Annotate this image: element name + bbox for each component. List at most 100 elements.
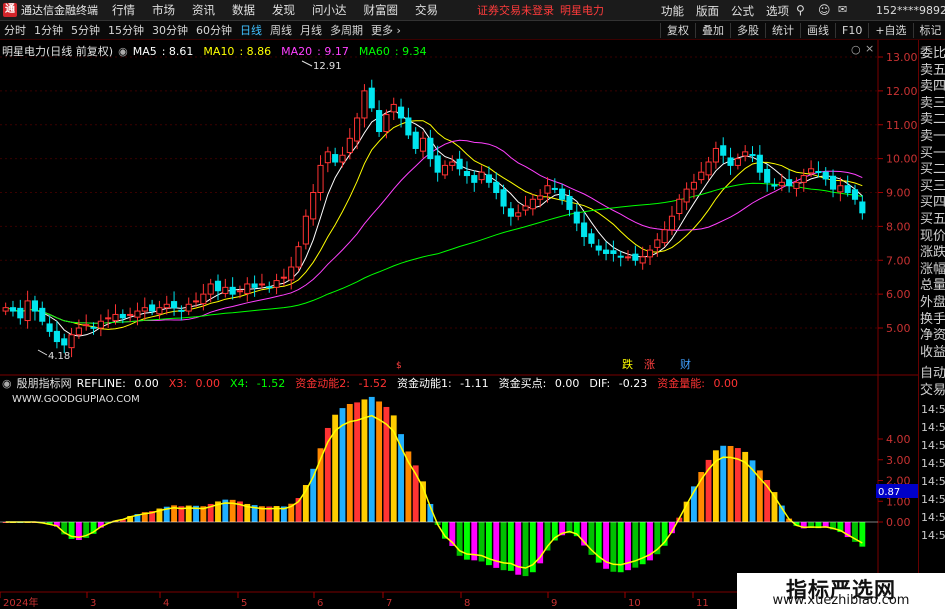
candle-body (573, 211, 580, 224)
candle-body (214, 280, 222, 292)
main-info-line: 明星电力(日线 前复权) ◉ MA5: 8.61 MA10: 8.86 MA20… (2, 43, 437, 59)
side-item-8[interactable]: 买三 (919, 179, 945, 196)
side-item-1[interactable]: 卖五 (919, 63, 945, 80)
ind-refline: REFLINE: 0.00 (76, 376, 159, 390)
search-icon[interactable]: ⚲ (796, 3, 810, 17)
menu-markets[interactable]: 市场 (152, 2, 175, 18)
indicator-name[interactable]: 殷朋指标网 (17, 375, 72, 391)
side-item-3[interactable]: 卖三 (919, 96, 945, 113)
f10-button[interactable]: F10 (835, 23, 868, 38)
date-tick-label: 3 (90, 598, 96, 609)
side-item-5[interactable]: 卖一 (919, 129, 945, 146)
side-item-10[interactable]: 买五 (919, 212, 945, 229)
menu-options[interactable]: 选项 (766, 3, 789, 19)
side-item-18[interactable]: 收益 (919, 345, 945, 362)
candle-body (280, 276, 287, 279)
tab-15min[interactable]: 15分钟 (104, 22, 148, 38)
tab-5min[interactable]: 5分钟 (67, 22, 104, 38)
ind-dif: DIF: -0.23 (589, 376, 648, 390)
tab-daily[interactable]: 日线 (236, 22, 266, 38)
stock-title: 明星电力 (560, 4, 604, 17)
side-item-9[interactable]: 买四 (919, 195, 945, 212)
indicator-toggle-icon[interactable]: ◉ (2, 377, 12, 390)
side-trade-0[interactable]: 自动 (919, 365, 945, 382)
tab-multi-period[interactable]: 多周期 (326, 22, 367, 38)
side-item-14[interactable]: 总量 (919, 278, 945, 295)
tab-intraday[interactable]: 分时 (0, 22, 30, 38)
candle-body (698, 171, 705, 181)
tab-60min[interactable]: 60分钟 (192, 22, 236, 38)
side-item-11[interactable]: 现价 (919, 229, 945, 246)
candle-body (705, 161, 712, 176)
candle-body (317, 164, 324, 194)
mark-button[interactable]: 标记 (912, 23, 945, 38)
menu-data[interactable]: 数据 (232, 2, 255, 18)
menu-discover[interactable]: 发现 (272, 2, 295, 18)
menu-market[interactable]: 行情 (112, 2, 135, 18)
candle-body (192, 300, 200, 303)
watermark-url: www.xuezhibiao.com (772, 593, 910, 608)
side-item-4[interactable]: 卖二 (919, 112, 945, 129)
ma-toggle-icon[interactable]: ◉ (118, 45, 128, 58)
candle-body (603, 249, 610, 254)
candle-body (449, 161, 456, 166)
menu-ask[interactable]: 问小达 (312, 2, 347, 18)
multi-stock-button[interactable]: 多股 (730, 23, 765, 38)
overlay-button[interactable]: 叠加 (695, 23, 730, 38)
menu-wealth[interactable]: 财富圈 (364, 2, 399, 18)
candle-body (302, 215, 309, 245)
menu-layout[interactable]: 版面 (696, 3, 719, 19)
tab-30min[interactable]: 30分钟 (148, 22, 192, 38)
side-item-15[interactable]: 外盘 (919, 295, 945, 312)
tab-1min[interactable]: 1分钟 (30, 22, 67, 38)
draw-line-button[interactable]: 画线 (800, 23, 835, 38)
menu-function[interactable]: 功能 (661, 3, 684, 19)
menu-news[interactable]: 资讯 (192, 2, 215, 18)
side-item-17[interactable]: 净资 (919, 328, 945, 345)
menu-formula[interactable]: 公式 (731, 3, 754, 19)
ind-fund-buy: 资金买点: 0.00 (498, 377, 580, 390)
side-item-2[interactable]: 卖四 (919, 79, 945, 96)
candle-body (178, 309, 185, 312)
event-mark-fall[interactable]: 跌 (622, 357, 633, 371)
login-status[interactable]: 证券交易未登录 (477, 2, 554, 18)
side-item-0[interactable]: 委比 (919, 46, 945, 63)
menu-trade[interactable]: 交易 (415, 2, 438, 18)
candle-body (654, 239, 661, 248)
indicator-bar (859, 522, 866, 547)
mail-icon[interactable]: ✉ (838, 3, 852, 17)
user-name[interactable]: 152****9892 (876, 4, 945, 17)
chart-settings-icon[interactable]: ○ (851, 43, 861, 56)
tab-weekly[interactable]: 周线 (266, 22, 296, 38)
add-watchlist-button[interactable]: +自选 (868, 23, 912, 38)
candle-body (734, 158, 741, 166)
tab-more[interactable]: 更多 › (367, 22, 405, 38)
stats-button[interactable]: 统计 (765, 23, 800, 38)
user-icon[interactable]: ☺ (818, 3, 832, 17)
side-item-6[interactable]: 买一 (919, 146, 945, 163)
ind-x4: X4: -1.52 (230, 376, 286, 390)
candle-body (368, 87, 375, 109)
candle-body (559, 188, 566, 200)
side-item-12[interactable]: 涨跌 (919, 245, 945, 262)
ind-x3: X3: 0.00 (168, 376, 221, 390)
candle-body (529, 198, 536, 210)
candle-body (156, 307, 163, 315)
event-mark-rise[interactable]: 涨 (644, 358, 655, 371)
event-mark-finance[interactable]: 财 (680, 357, 691, 371)
candle-body (624, 256, 632, 259)
chart-close-icon[interactable]: × (865, 42, 874, 55)
side-item-13[interactable]: 涨幅 (919, 262, 945, 279)
candle-body (46, 323, 53, 332)
side-item-7[interactable]: 买二 (919, 162, 945, 179)
date-tick-label: 2024年 (3, 596, 38, 609)
candle-body (9, 307, 17, 312)
adjust-button[interactable]: 复权 (660, 23, 695, 38)
side-item-16[interactable]: 换手 (919, 312, 945, 329)
candle-body (822, 171, 829, 180)
tab-monthly[interactable]: 月线 (296, 22, 326, 38)
side-trade-1[interactable]: 交易 (919, 382, 945, 399)
kline-chart[interactable]: 13.00 12.00 11.00 10.00 9.00 8.00 7.00 6.00 5.00… (0, 40, 918, 609)
candle-body (266, 286, 273, 289)
candle-body (419, 137, 427, 152)
